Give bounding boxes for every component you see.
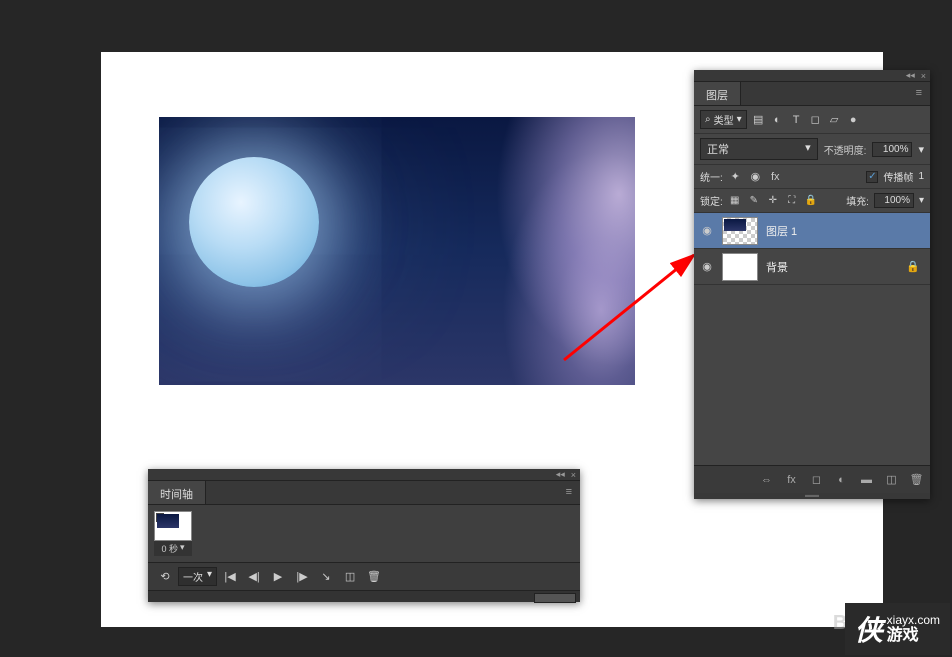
lock-transparency-icon[interactable]: ▦: [728, 193, 742, 208]
layers-list: ◉ 图层 1 ◉ 背景 🔒: [694, 213, 930, 465]
propagate-num: 1: [918, 171, 924, 182]
collapse-icon[interactable]: ◂◂: [906, 70, 915, 81]
next-frame-button[interactable]: |▶: [291, 568, 313, 586]
filter-smart-icon[interactable]: ▱: [827, 112, 842, 127]
tab-layers[interactable]: 图层: [694, 82, 741, 105]
delete-frame-button[interactable]: 🗑: [363, 568, 385, 586]
blend-row: 正常 ▾ 不透明度: 100% ▾: [694, 134, 930, 165]
propagate-label: 传播帧: [883, 169, 913, 184]
lock-label: 锁定:: [700, 193, 723, 208]
panel-controls: ◂◂ ×: [694, 70, 930, 82]
close-icon[interactable]: ×: [571, 470, 576, 480]
lock-indicator-icon: 🔒: [906, 260, 924, 273]
panel-tab-row: 图层 ≡: [694, 82, 930, 106]
site-logo: 侠 xiayx.com 游戏: [845, 603, 950, 655]
close-icon[interactable]: ×: [921, 71, 926, 81]
layer-thumbnail[interactable]: [722, 217, 758, 245]
unify-visibility-icon[interactable]: ◉: [748, 169, 763, 184]
layer-thumbnail[interactable]: [722, 253, 758, 281]
loop-mode-value: 一次: [183, 569, 203, 584]
lock-row: 锁定: ▦ ✎ ✛ ⛶ 🔒 填充: 100% ▾: [694, 189, 930, 213]
moon-graphic: [189, 157, 319, 287]
filter-row: ⌕ 类型 ▾ ▤ ◐ T ◻ ▱ ●: [694, 106, 930, 134]
unify-style-icon[interactable]: fx: [768, 169, 783, 184]
search-icon: ⌕: [705, 114, 711, 125]
unify-label: 统一:: [700, 169, 723, 184]
lock-artboard-icon[interactable]: ⛶: [785, 193, 799, 208]
layers-bottom-toolbar: ⇔ fx ◻ ◐ ▬ ◫ 🗑: [694, 465, 930, 493]
tween-button[interactable]: ↘: [315, 568, 337, 586]
layers-empty-area[interactable]: [694, 285, 930, 465]
layer-name[interactable]: 背景: [766, 259, 898, 275]
blend-mode-value: 正常: [707, 141, 729, 157]
panel-tab-row: 时间轴 ≡: [148, 481, 580, 505]
layer-mask-icon[interactable]: ◻: [809, 472, 824, 487]
frame-duration-dropdown[interactable]: 0 秒 ▾: [154, 541, 192, 556]
filter-adjust-icon[interactable]: ◐: [770, 112, 785, 127]
opacity-label: 不透明度:: [824, 142, 867, 157]
filter-label: 类型: [714, 112, 734, 127]
panel-menu-icon[interactable]: ≡: [558, 481, 580, 504]
fill-input[interactable]: 100%: [874, 193, 914, 208]
duplicate-frame-button[interactable]: ◫: [339, 568, 361, 586]
chevron-down-icon: ▾: [737, 114, 742, 125]
lock-pixels-icon[interactable]: ✎: [747, 193, 761, 208]
animation-frame[interactable]: 1 0 秒 ▾: [154, 511, 192, 556]
tab-timeline[interactable]: 时间轴: [148, 481, 206, 504]
adjustment-layer-icon[interactable]: ◐: [834, 472, 849, 487]
layer-item[interactable]: ◉ 图层 1: [694, 213, 930, 249]
filter-pixel-icon[interactable]: ▤: [751, 112, 766, 127]
propagate-checkbox[interactable]: [866, 171, 878, 183]
chevron-down-icon[interactable]: ▾: [919, 195, 924, 206]
layer-item[interactable]: ◉ 背景 🔒: [694, 249, 930, 285]
loop-mode-dropdown[interactable]: 一次 ▾: [178, 567, 217, 586]
layers-panel: ◂◂ × 图层 ≡ ⌕ 类型 ▾ ▤ ◐ T ◻ ▱ ● 正常 ▾ 不透明度: …: [694, 70, 930, 499]
panel-controls: ◂◂ ×: [148, 469, 580, 481]
image-layer-content: [159, 117, 635, 385]
lock-position-icon[interactable]: ✛: [766, 193, 780, 208]
blend-mode-dropdown[interactable]: 正常 ▾: [700, 138, 818, 160]
filter-text-icon[interactable]: T: [789, 112, 804, 127]
chevron-down-icon[interactable]: ▾: [918, 143, 924, 156]
group-icon[interactable]: ▬: [859, 472, 874, 487]
filter-toggle-icon[interactable]: ●: [846, 112, 861, 127]
delete-layer-icon[interactable]: 🗑: [909, 472, 924, 487]
loop-icon[interactable]: ⟲: [154, 568, 176, 586]
chevron-down-icon: ▾: [805, 141, 811, 157]
chevron-down-icon: ▾: [207, 569, 212, 584]
chevron-down-icon: ▾: [180, 542, 185, 555]
filter-type-dropdown[interactable]: ⌕ 类型 ▾: [700, 110, 747, 129]
layer-style-icon[interactable]: fx: [784, 472, 799, 487]
new-layer-icon[interactable]: ◫: [884, 472, 899, 487]
panel-resize-grip[interactable]: ▬▬: [694, 493, 930, 499]
play-button[interactable]: ▶: [267, 568, 289, 586]
link-layers-icon[interactable]: ⇔: [759, 472, 774, 487]
timeline-panel: ◂◂ × 时间轴 ≡ 1 0 秒 ▾ ⟲ 一次 ▾ |◀ ◀| ▶ |▶ ↘ ◫…: [148, 469, 580, 602]
opacity-input[interactable]: 100%: [872, 142, 912, 157]
layer-name[interactable]: 图层 1: [766, 223, 924, 239]
unify-position-icon[interactable]: ✦: [728, 169, 743, 184]
timeline-controls: ⟲ 一次 ▾ |◀ ◀| ▶ |▶ ↘ ◫ 🗑: [148, 562, 580, 590]
unify-row: 统一: ✦ ◉ fx 传播帧 1: [694, 165, 930, 189]
frame-duration-value: 0 秒: [161, 542, 178, 555]
filter-shape-icon[interactable]: ◻: [808, 112, 823, 127]
timeline-scrollbar[interactable]: [148, 590, 580, 602]
frames-area[interactable]: 1 0 秒 ▾: [148, 505, 580, 562]
first-frame-button[interactable]: |◀: [219, 568, 241, 586]
frame-thumbnail[interactable]: 1: [154, 511, 192, 541]
prev-frame-button[interactable]: ◀|: [243, 568, 265, 586]
lock-all-icon[interactable]: 🔒: [804, 193, 818, 208]
blossom-graphic: [475, 117, 635, 385]
collapse-icon[interactable]: ◂◂: [556, 469, 565, 480]
visibility-toggle-icon[interactable]: ◉: [700, 224, 714, 237]
fill-label: 填充:: [846, 193, 869, 208]
visibility-toggle-icon[interactable]: ◉: [700, 260, 714, 273]
panel-menu-icon[interactable]: ≡: [908, 82, 930, 105]
